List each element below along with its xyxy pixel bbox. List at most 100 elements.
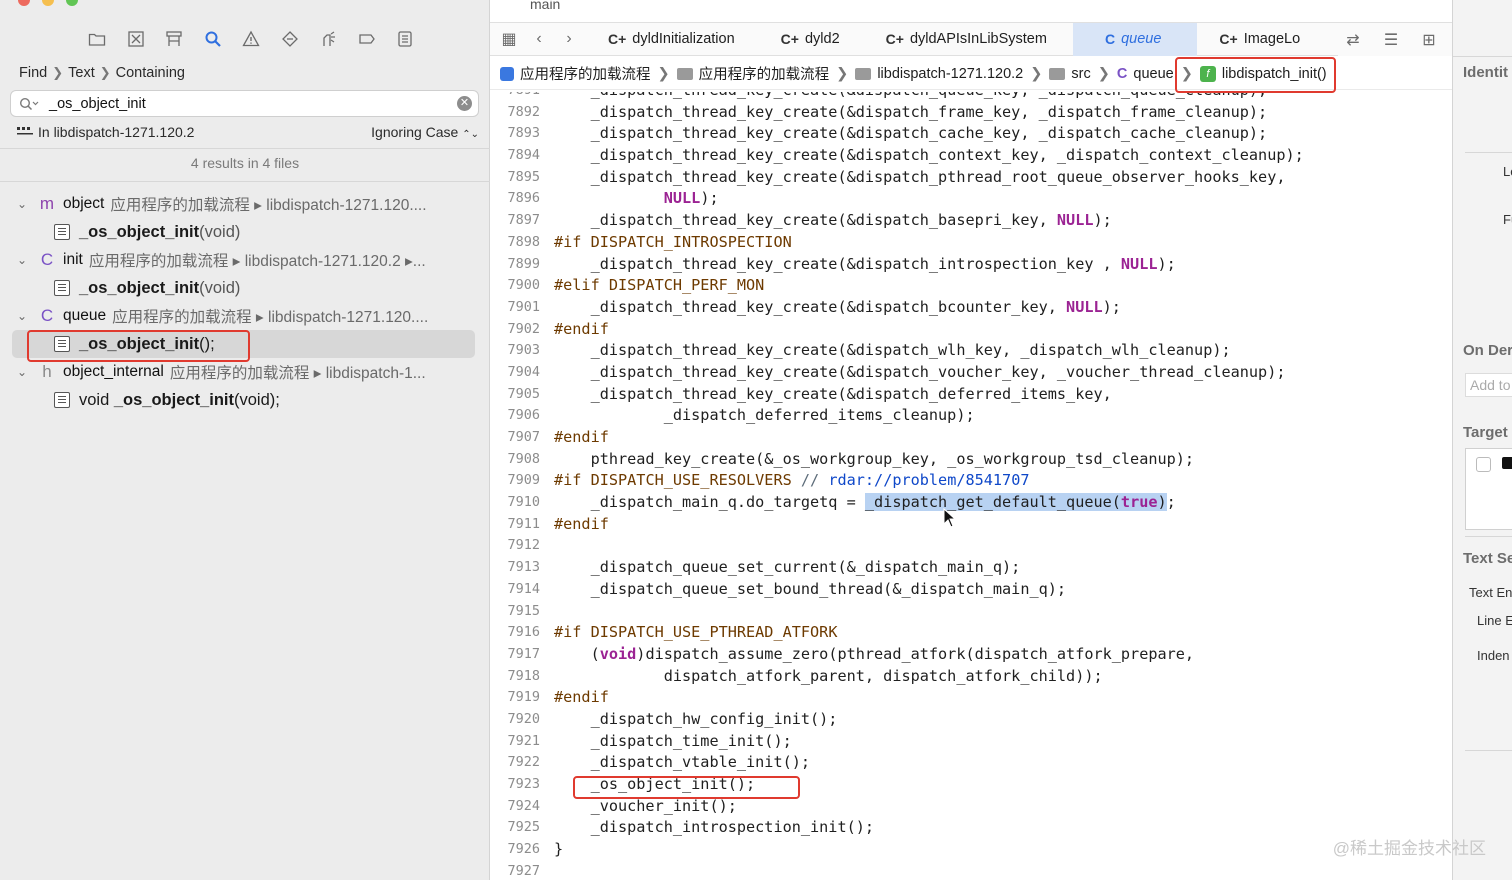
code-line[interactable]: _dispatch_thread_key_create(&dispatch_co… <box>554 145 1304 167</box>
code-line[interactable]: _dispatch_thread_key_create(&dispatch_bc… <box>554 297 1304 319</box>
code-line[interactable]: _dispatch_thread_key_create(&dispatch_pt… <box>554 167 1304 189</box>
code-line[interactable]: NULL); <box>554 188 1304 210</box>
line-number[interactable]: 7907 <box>490 427 540 449</box>
add-tag-field[interactable]: Add to <box>1465 373 1512 397</box>
disclosure-chevron-icon[interactable]: ⌄ <box>17 253 31 267</box>
find-mode-containing[interactable]: Containing <box>116 65 185 81</box>
line-number[interactable]: 7916 <box>490 622 540 644</box>
code-line[interactable]: (void)dispatch_assume_zero(pthread_atfor… <box>554 644 1304 666</box>
line-number[interactable]: 7914 <box>490 579 540 601</box>
test-diamond-icon[interactable] <box>271 26 310 52</box>
code-line[interactable]: _dispatch_vtable_init(); <box>554 752 1304 774</box>
line-number[interactable]: 7904 <box>490 362 540 384</box>
line-number[interactable]: 7918 <box>490 666 540 688</box>
line-number[interactable]: 7891 <box>490 92 540 102</box>
jump-bar-libdispatch[interactable]: libdispatch-1271.120.2 <box>855 66 1023 82</box>
code-line[interactable]: _dispatch_thread_key_create(&dispatch_vo… <box>554 362 1304 384</box>
case-sensitivity-popup[interactable]: Ignoring Case ⌃⌄ <box>371 124 479 140</box>
close-window-button[interactable] <box>18 0 30 6</box>
code-line[interactable]: #endif <box>554 427 1304 449</box>
folder-icon[interactable] <box>78 26 117 52</box>
line-number[interactable]: 7910 <box>490 492 540 514</box>
code-line[interactable] <box>554 535 1304 557</box>
code-line[interactable]: dispatch_atfork_parent, dispatch_atfork_… <box>554 666 1304 688</box>
line-number[interactable]: 7921 <box>490 731 540 753</box>
back-arrow-icon[interactable]: ‹ <box>524 30 554 48</box>
code-area[interactable]: 7891789278937894789578967897789878997900… <box>490 92 1452 880</box>
line-number[interactable]: 7911 <box>490 514 540 536</box>
jump-bar-src[interactable]: src <box>1049 66 1091 82</box>
code-line[interactable]: #if DISPATCH_USE_RESOLVERS // rdar://pro… <box>554 470 1304 492</box>
line-number[interactable]: 7923 <box>490 774 540 796</box>
find-mode-find[interactable]: Find <box>19 65 47 81</box>
split-editor-icon[interactable]: ⊞ <box>1414 30 1444 50</box>
zoom-window-button[interactable] <box>66 0 78 6</box>
search-query-text[interactable]: _os_object_init <box>49 96 146 112</box>
line-number[interactable]: 7927 <box>490 861 540 880</box>
code-line[interactable]: #if DISPATCH_INTROSPECTION <box>554 232 1304 254</box>
code-line[interactable]: _dispatch_thread_key_create(&dispatch_de… <box>554 384 1304 406</box>
find-search-field[interactable]: _os_object_init ✕ <box>10 90 479 117</box>
code-line[interactable]: _dispatch_introspection_init(); <box>554 817 1304 839</box>
result-match-row[interactable]: void _os_object_init(void); <box>0 386 490 414</box>
line-number[interactable]: 7901 <box>490 297 540 319</box>
result-file-row[interactable]: ⌄ C queue 应用程序的加载流程 ▸ libdispatch-1271.1… <box>0 302 490 330</box>
jump-bar-file[interactable]: Cqueue <box>1117 66 1174 82</box>
code-line[interactable]: #endif <box>554 514 1304 536</box>
code-line[interactable]: #endif <box>554 687 1304 709</box>
swap-arrows-icon[interactable]: ⇄ <box>1338 30 1368 50</box>
result-match-row[interactable]: _os_object_init(void) <box>0 218 490 246</box>
tab-dyldapisinlibsystem[interactable]: C+ dyldAPIsInLibSystem <box>872 23 1061 56</box>
line-number[interactable]: 7924 <box>490 796 540 818</box>
result-file-row[interactable]: ⌄ m object 应用程序的加载流程 ▸ libdispatch-1271.… <box>0 190 490 218</box>
result-file-row[interactable]: ⌄ h object_internal 应用程序的加载流程 ▸ libdispa… <box>0 358 490 386</box>
clear-search-icon[interactable]: ✕ <box>457 96 472 111</box>
search-scope-button[interactable]: In libdispatch-1271.120.2 <box>17 124 194 140</box>
line-number[interactable]: 7919 <box>490 687 540 709</box>
code-line[interactable] <box>554 861 1304 880</box>
find-mode-text[interactable]: Text <box>68 65 95 81</box>
line-number[interactable]: 7912 <box>490 535 540 557</box>
code-line[interactable]: _dispatch_thread_key_create(&dispatch_wl… <box>554 340 1304 362</box>
line-number[interactable]: 7908 <box>490 449 540 471</box>
minimize-window-button[interactable] <box>42 0 54 6</box>
jump-bar-project[interactable]: 应用程序的加载流程 <box>500 63 651 84</box>
line-number[interactable]: 7917 <box>490 644 540 666</box>
code-line[interactable]: _dispatch_hw_config_init(); <box>554 709 1304 731</box>
jump-bar-group[interactable]: 应用程序的加载流程 <box>676 63 829 84</box>
line-number[interactable]: 7902 <box>490 319 540 341</box>
report-icon[interactable] <box>386 26 425 52</box>
line-number[interactable]: 7909 <box>490 470 540 492</box>
code-line[interactable]: _dispatch_time_init(); <box>554 731 1304 753</box>
forward-arrow-icon[interactable]: › <box>554 30 584 48</box>
tab-dyldinitialization[interactable]: C+ dyldInitialization <box>594 23 749 56</box>
line-number[interactable]: 7926 <box>490 839 540 861</box>
editor-options-lines-icon[interactable]: ☰ <box>1376 30 1406 50</box>
code-line[interactable]: _dispatch_queue_set_current(&_dispatch_m… <box>554 557 1304 579</box>
tab-queue[interactable]: Cqueue <box>1072 22 1198 56</box>
source-control-icon[interactable] <box>117 26 156 52</box>
code-text[interactable]: _dispatch_thread_key_create(&dispatch_qu… <box>554 92 1304 880</box>
line-number[interactable]: 7915 <box>490 601 540 623</box>
disclosure-chevron-icon[interactable]: ⌄ <box>17 197 31 211</box>
code-line[interactable]: #elif DISPATCH_PERF_MON <box>554 275 1304 297</box>
grid-related-items-icon[interactable]: ▦ <box>494 29 524 49</box>
line-number[interactable]: 7913 <box>490 557 540 579</box>
breakpoint-icon[interactable] <box>348 26 387 52</box>
code-line[interactable]: _dispatch_main_q.do_targetq = _dispatch_… <box>554 492 1304 514</box>
tab-imageloader[interactable]: C+ ImageLo <box>1205 23 1314 56</box>
line-number[interactable]: 7892 <box>490 102 540 124</box>
line-number[interactable]: 7899 <box>490 254 540 276</box>
line-number[interactable]: 7895 <box>490 167 540 189</box>
code-line[interactable] <box>554 601 1304 623</box>
code-line[interactable]: #if DISPATCH_USE_PTHREAD_ATFORK <box>554 622 1304 644</box>
line-number[interactable]: 7925 <box>490 817 540 839</box>
code-line[interactable]: _dispatch_thread_key_create(&dispatch_ca… <box>554 123 1304 145</box>
line-number[interactable]: 7894 <box>490 145 540 167</box>
line-number[interactable]: 7898 <box>490 232 540 254</box>
tab-dyld2[interactable]: C+ dyld2 <box>767 23 854 56</box>
code-line[interactable]: _dispatch_thread_key_create(&dispatch_in… <box>554 254 1304 276</box>
search-options-icon[interactable] <box>19 97 39 111</box>
code-line[interactable]: _dispatch_thread_key_create(&dispatch_fr… <box>554 102 1304 124</box>
find-mode-breadcrumb[interactable]: Find ❯ Text ❯ Containing <box>19 65 185 81</box>
